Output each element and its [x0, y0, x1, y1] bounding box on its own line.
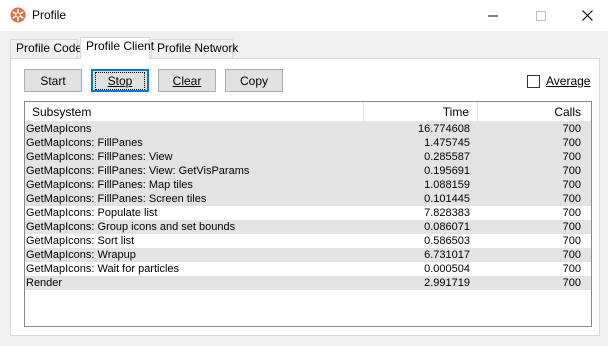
cell-subsystem: GetMapIcons: Wrapup: [26, 249, 136, 261]
cell-time: 0.000504: [424, 263, 470, 275]
column-header-time[interactable]: Time: [364, 102, 478, 122]
cell-time: 7.828383: [424, 207, 470, 219]
table-row[interactable]: GetMapIcons 16.774608 700: [25, 122, 591, 136]
maximize-button[interactable]: [518, 0, 564, 31]
close-icon: [581, 10, 593, 21]
cell-calls: 700: [562, 137, 581, 149]
stop-button[interactable]: Stop: [91, 69, 149, 92]
cell-subsystem: GetMapIcons: Sort list: [26, 235, 135, 247]
cell-time: 2.991719: [424, 277, 470, 289]
table-row[interactable]: GetMapIcons: Wrapup 6.731017 700: [25, 248, 591, 262]
copy-button[interactable]: Copy: [225, 69, 283, 92]
cell-subsystem: GetMapIcons: FillPanes: Map tiles: [26, 179, 193, 191]
table-row[interactable]: GetMapIcons: Sort list 0.586503 700: [25, 234, 591, 248]
cell-calls: 700: [562, 165, 581, 177]
average-option[interactable]: Average: [527, 73, 590, 89]
cell-time: 1.475745: [424, 137, 470, 149]
table-row[interactable]: GetMapIcons: FillPanes 1.475745 700: [25, 136, 591, 150]
cell-calls: 700: [562, 179, 581, 191]
cell-time: 0.101445: [424, 193, 470, 205]
minimize-button[interactable]: [470, 0, 516, 31]
clear-button-label: Clear: [172, 73, 202, 88]
clear-button[interactable]: Clear: [158, 69, 216, 92]
profile-table: Subsystem Time Calls GetMapIcons 16.77460…: [24, 101, 592, 327]
table-row[interactable]: GetMapIcons: Wait for particles 0.000504 7…: [25, 262, 591, 276]
cell-subsystem: GetMapIcons: FillPanes: View: GetVisPara…: [26, 165, 250, 177]
app-icon: [10, 7, 26, 23]
table-row[interactable]: GetMapIcons: FillPanes: View 0.285587 700: [25, 150, 591, 164]
cell-time: 0.285587: [424, 151, 470, 163]
column-header-calls[interactable]: Calls: [478, 102, 591, 122]
cell-calls: 700: [562, 207, 581, 219]
average-checkbox[interactable]: [527, 74, 540, 88]
start-button[interactable]: Start: [24, 69, 82, 92]
tab-profile-code[interactable]: Profile Code: [10, 39, 82, 58]
window-title: Profile: [32, 8, 67, 22]
cell-calls: 700: [562, 249, 581, 261]
stop-button-label: Stop: [94, 71, 146, 90]
cell-calls: 700: [562, 151, 581, 163]
cell-time: 0.086071: [424, 221, 470, 233]
cell-time: 1.088159: [424, 179, 470, 191]
cell-subsystem: GetMapIcons: Group icons and set bounds: [26, 221, 236, 233]
table-header: Subsystem Time Calls: [25, 102, 591, 122]
table-row[interactable]: GetMapIcons: Group icons and set bounds 0…: [25, 220, 591, 234]
table-row[interactable]: Render 2.991719 700: [25, 276, 591, 290]
column-header-subsystem[interactable]: Subsystem: [25, 102, 364, 122]
table-row[interactable]: GetMapIcons: FillPanes: View: GetVisPara…: [25, 164, 591, 178]
table-row[interactable]: GetMapIcons: FillPanes: Screen tiles 0.10…: [25, 192, 591, 206]
cell-subsystem: GetMapIcons: FillPanes: Screen tiles: [26, 193, 207, 205]
tab-profile-network[interactable]: Profile Network: [151, 39, 238, 58]
profile-client-panel: Start Stop Clear Copy Average Subsystem …: [10, 58, 600, 336]
average-label: Average: [546, 74, 591, 88]
cell-time: 0.586503: [424, 235, 470, 247]
cell-calls: 700: [562, 193, 581, 205]
table-body: GetMapIcons 16.774608 700 GetMapIcons: Fil…: [25, 122, 591, 290]
cell-calls: 700: [562, 123, 581, 135]
table-row[interactable]: GetMapIcons: FillPanes: Map tiles 1.08815…: [25, 178, 591, 192]
cell-time: 6.731017: [424, 249, 470, 261]
cell-time: 16.774608: [418, 123, 470, 135]
cell-subsystem: GetMapIcons: Populate list: [26, 207, 158, 219]
close-button[interactable]: [564, 0, 608, 31]
cell-calls: 700: [562, 277, 581, 289]
cell-subsystem: GetMapIcons: Wait for particles: [26, 263, 180, 275]
cell-subsystem: Render: [26, 277, 63, 289]
cell-calls: 700: [562, 263, 581, 275]
cell-subsystem: GetMapIcons: FillPanes: View: [26, 151, 173, 163]
cell-subsystem: GetMapIcons: [26, 123, 92, 135]
title-bar: Profile: [0, 0, 608, 31]
cell-subsystem: GetMapIcons: FillPanes: [26, 137, 143, 149]
tab-profile-client[interactable]: Profile Client: [80, 37, 154, 59]
cell-calls: 700: [562, 221, 581, 233]
maximize-icon: [536, 10, 546, 21]
minimize-icon: [488, 15, 498, 16]
cell-calls: 700: [562, 235, 581, 247]
table-row[interactable]: GetMapIcons: Populate list 7.828383 700: [25, 206, 591, 220]
cell-time: 0.195691: [424, 165, 470, 177]
